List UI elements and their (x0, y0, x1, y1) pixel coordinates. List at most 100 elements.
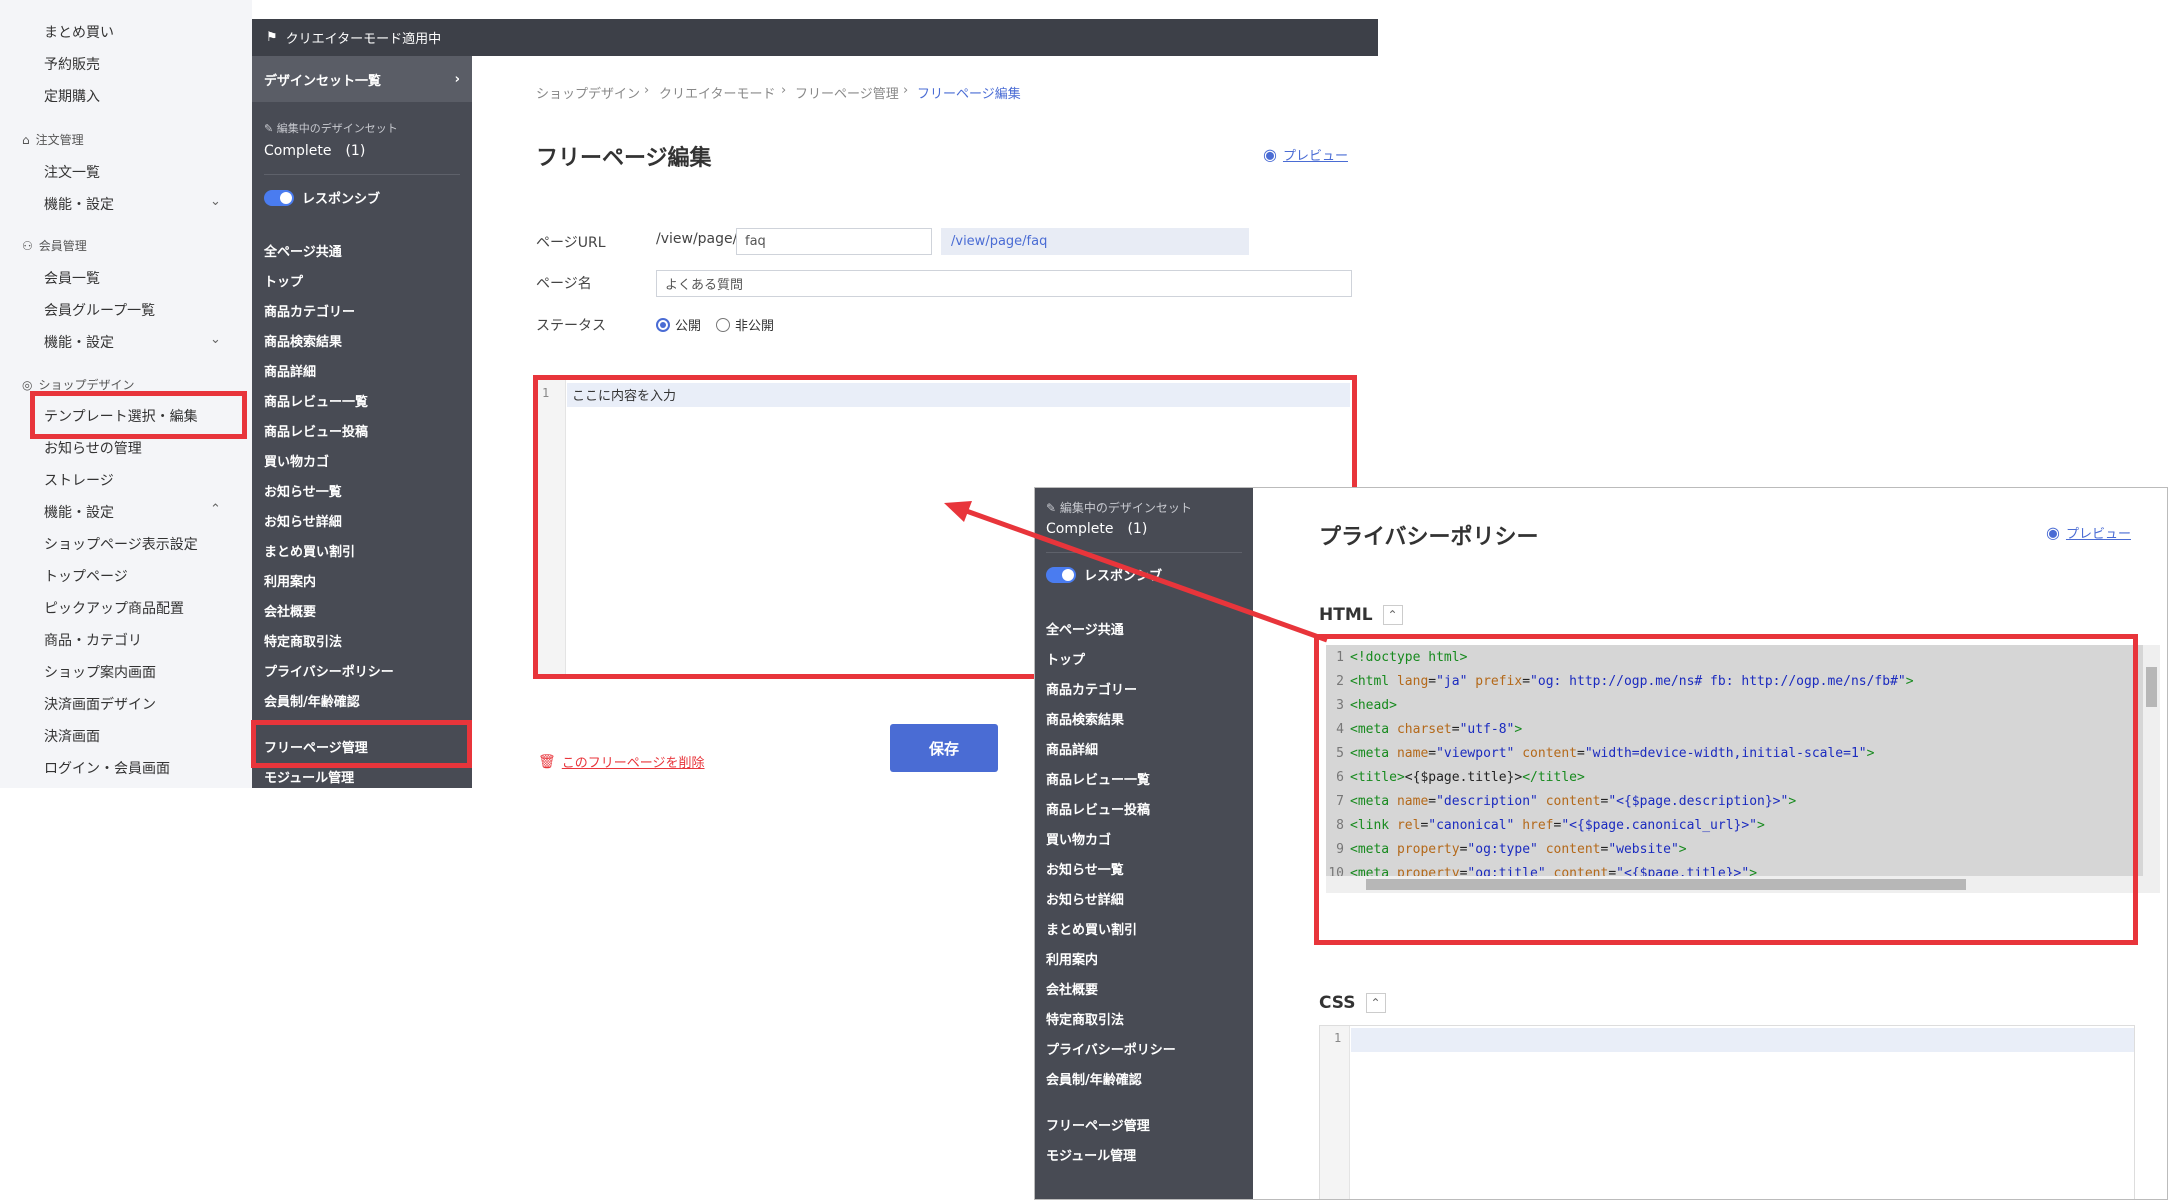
save-button[interactable]: 保存 (890, 724, 998, 772)
nav-pickup[interactable]: ピックアップ商品配置 (44, 598, 184, 618)
overlay-page-privacy[interactable]: プライバシーポリシー (1046, 1039, 1176, 1058)
highlight-template-select (30, 391, 247, 439)
page-top[interactable]: トップ (264, 271, 303, 290)
page-news-detail[interactable]: お知らせ詳細 (264, 511, 342, 530)
collapse-icon[interactable]: ⌃ (1382, 605, 1403, 625)
page-privacy[interactable]: プライバシーポリシー (264, 661, 394, 680)
nav-member-settings[interactable]: 機能・設定 (44, 332, 114, 352)
status-public-radio[interactable]: 公開 (656, 315, 701, 334)
nav-member-group[interactable]: 会員グループ一覧 (44, 300, 155, 320)
nav-news-manage[interactable]: お知らせの管理 (44, 438, 142, 458)
nav-design-settings[interactable]: 機能・設定 (44, 502, 114, 522)
nav-teiki[interactable]: 定期購入 (44, 86, 100, 106)
nav-order-settings[interactable]: 機能・設定 (44, 194, 114, 214)
overlay-editing-name: Complete (1) (1046, 521, 1148, 537)
editing-set-caption: ✎ 編集中のデザインセット (264, 120, 398, 136)
overlay-page-product-detail[interactable]: 商品詳細 (1046, 739, 1098, 758)
page-review-list[interactable]: 商品レビュー一覧 (264, 391, 368, 410)
nav-shop-guide[interactable]: ショップ案内画面 (44, 662, 156, 682)
overlay-page-title: プライバシーポリシー (1319, 525, 1539, 550)
chevron-right-icon: › (454, 71, 460, 87)
creator-mode-label: クリエイターモード適用中 (285, 32, 442, 47)
overlay-page-free-page-manage[interactable]: フリーページ管理 (1046, 1115, 1150, 1134)
nav-yoyaku[interactable]: 予約販売 (44, 54, 100, 74)
overlay-preview-link[interactable]: ◉ プレビュー (2046, 523, 2131, 542)
chevron-down-icon[interactable]: ⌄ (210, 332, 221, 347)
breadcrumb-creator-mode[interactable]: クリエイターモード (659, 83, 775, 102)
overlay-page-guide[interactable]: 利用案内 (1046, 949, 1098, 968)
page-guide[interactable]: 利用案内 (264, 571, 316, 590)
overlay-page-all-common[interactable]: 全ページ共通 (1046, 619, 1124, 638)
page-company[interactable]: 会社概要 (264, 601, 316, 620)
nav-login-member[interactable]: ログイン・会員画面 (44, 758, 170, 778)
delete-free-page-link[interactable]: 🗑 このフリーページを削除 (538, 752, 705, 772)
nav-storage[interactable]: ストレージ (44, 470, 114, 490)
breadcrumb-shop-design[interactable]: ショップデザイン (536, 83, 640, 102)
nav-payment[interactable]: 決済画面 (44, 726, 100, 746)
css-code-editor[interactable]: 1 (1319, 1025, 2135, 1199)
overlay-editing-label: 編集中のデザインセット (1059, 501, 1192, 515)
divider (1046, 552, 1242, 553)
overlay-page-bulk-discount[interactable]: まとめ買い割引 (1046, 919, 1137, 938)
overlay-page-tokushoho[interactable]: 特定商取引法 (1046, 1009, 1124, 1028)
design-set-list-button[interactable]: デザインセット一覧 › (252, 56, 472, 102)
trash-icon: 🗑 (538, 753, 556, 770)
toggle-switch[interactable] (1046, 566, 1076, 583)
radio-unchecked-icon[interactable] (716, 317, 730, 332)
line-gutter (1320, 1026, 1350, 1199)
overlay-page-membership-age[interactable]: 会員制/年齢確認 (1046, 1069, 1142, 1088)
css-section-header: CSS ⌃ (1319, 993, 1386, 1013)
page-product-detail[interactable]: 商品詳細 (264, 361, 316, 380)
radio-checked-icon[interactable] (656, 317, 670, 332)
breadcrumb-free-page-edit: フリーページ編集 (917, 87, 1021, 102)
nav-matomegai[interactable]: まとめ買い (44, 22, 114, 42)
page-name-input[interactable]: よくある質問 (656, 270, 1352, 297)
nav-shop-page-display[interactable]: ショップページ表示設定 (44, 534, 198, 554)
chevron-up-icon[interactable]: ⌃ (210, 502, 221, 517)
page-news-list[interactable]: お知らせ一覧 (264, 481, 342, 500)
page-tokushoho[interactable]: 特定商取引法 (264, 631, 342, 650)
overlay-page-review-list[interactable]: 商品レビュー一覧 (1046, 769, 1150, 788)
nav-product-category[interactable]: 商品・カテゴリ (44, 630, 142, 650)
page-search-results[interactable]: 商品検索結果 (264, 331, 342, 350)
overlay-page-product-category[interactable]: 商品カテゴリー (1046, 679, 1137, 698)
nav-order-list[interactable]: 注文一覧 (44, 162, 100, 182)
page-product-category[interactable]: 商品カテゴリー (264, 301, 355, 320)
overlay-page-module-manage[interactable]: モジュール管理 (1046, 1145, 1136, 1164)
overlay-page-review-post[interactable]: 商品レビュー投稿 (1046, 799, 1150, 818)
collapse-icon[interactable]: ⌃ (1365, 993, 1386, 1013)
page-cart[interactable]: 買い物カゴ (264, 451, 329, 470)
vertical-scrollbar[interactable] (2143, 645, 2160, 877)
pencil-icon: ✎ (1046, 501, 1057, 515)
page-name-label: ページ名 (536, 276, 592, 292)
page-module-manage[interactable]: モジュール管理 (264, 767, 354, 786)
overlay-responsive-toggle[interactable]: レスポンシブ (1046, 565, 1162, 584)
user-icon: ⚇ (22, 238, 33, 253)
page-bulk-discount[interactable]: まとめ買い割引 (264, 541, 355, 560)
page-all-common[interactable]: 全ページ共通 (264, 241, 342, 260)
scrollbar-thumb[interactable] (2146, 667, 2157, 707)
overlay-page-news-list[interactable]: お知らせ一覧 (1046, 859, 1124, 878)
toggle-switch[interactable] (264, 189, 294, 206)
overlay-page-search-results[interactable]: 商品検索結果 (1046, 709, 1124, 728)
url-input[interactable]: faq (736, 228, 932, 255)
tag-icon: ⌂ (22, 132, 30, 147)
responsive-toggle[interactable]: レスポンシブ (264, 188, 380, 207)
status-public-label: 公開 (675, 319, 702, 334)
editing-set-label: 編集中のデザインセット (276, 122, 398, 135)
overlay-page-news-detail[interactable]: お知らせ詳細 (1046, 889, 1124, 908)
overlay-preview-label: プレビュー (2065, 527, 2131, 542)
nav-payment-design[interactable]: 決済画面デザイン (44, 694, 156, 714)
overlay-page-cart[interactable]: 買い物カゴ (1046, 829, 1111, 848)
page-review-post[interactable]: 商品レビュー投稿 (264, 421, 368, 440)
overlay-editing-caption: ✎ 編集中のデザインセット (1046, 499, 1192, 516)
status-private-radio[interactable]: 非公開 (716, 315, 774, 334)
nav-member-list[interactable]: 会員一覧 (44, 268, 100, 288)
nav-top-page[interactable]: トップページ (44, 566, 128, 586)
page-membership-age[interactable]: 会員制/年齢確認 (264, 691, 360, 710)
overlay-page-top[interactable]: トップ (1046, 649, 1085, 668)
chevron-down-icon[interactable]: ⌄ (210, 194, 221, 209)
overlay-page-company[interactable]: 会社概要 (1046, 979, 1098, 998)
preview-link[interactable]: ◉ プレビュー (1263, 145, 1348, 164)
breadcrumb-free-page-manage[interactable]: フリーページ管理 (795, 83, 899, 102)
